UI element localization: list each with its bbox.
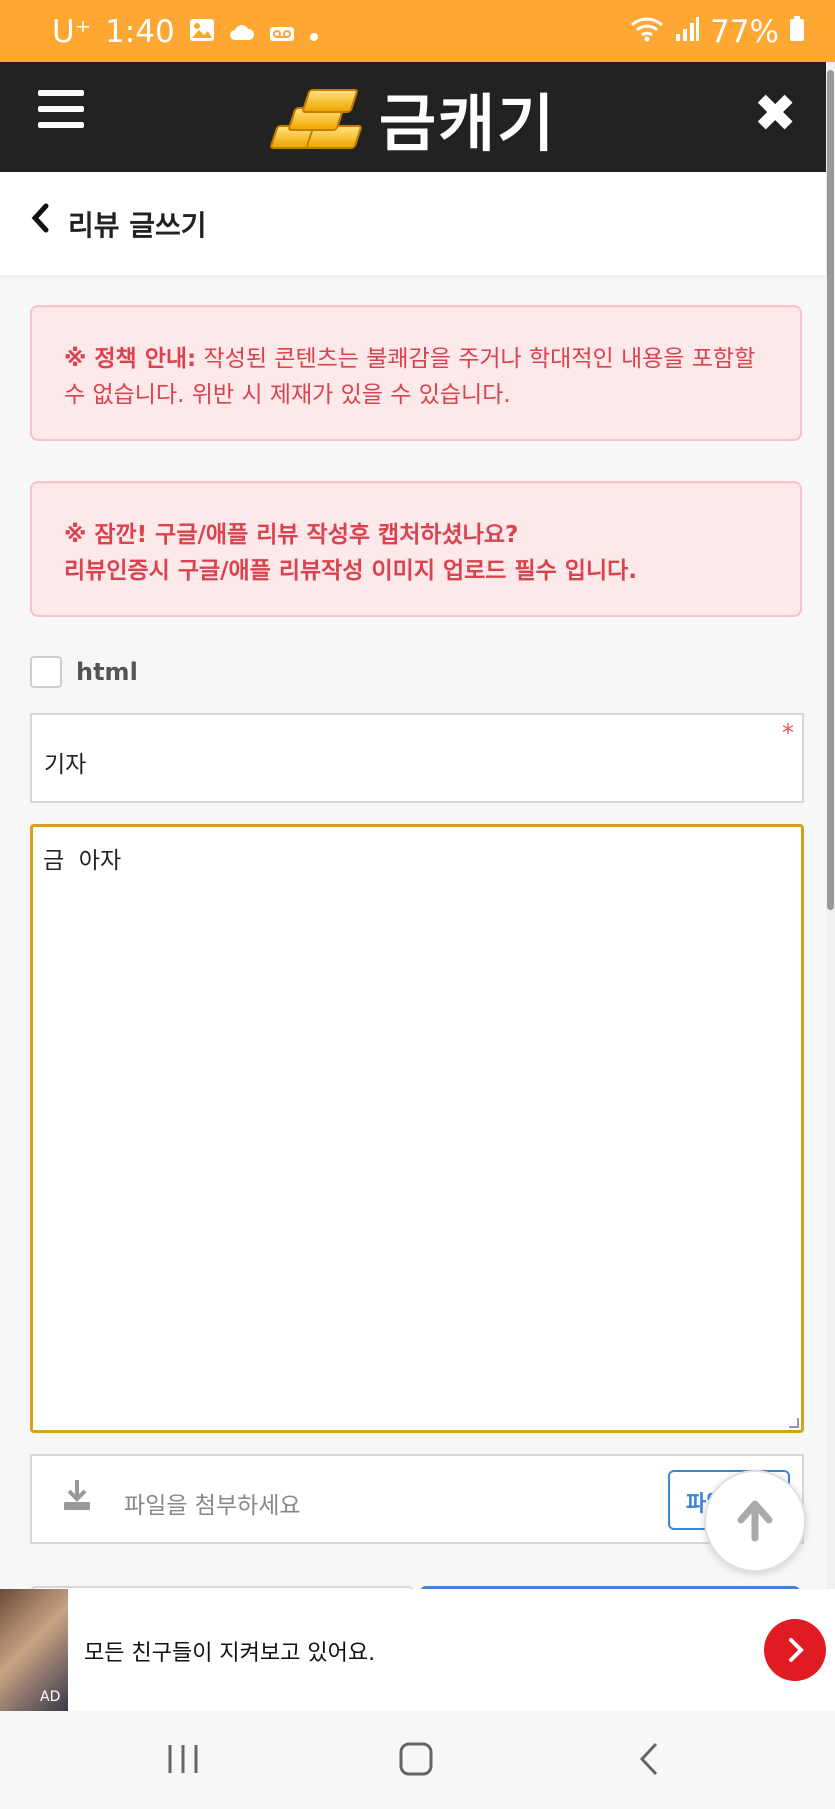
battery-percent: 77%: [710, 14, 779, 50]
close-icon[interactable]: ✖: [753, 84, 797, 144]
subject-input[interactable]: 기자 *: [30, 713, 804, 803]
policy-notice: ※ 정책 안내: 작성된 콘텐츠는 불쾌감을 주거나 학대적인 내용을 포함할 …: [30, 305, 802, 441]
ad-text[interactable]: 모든 친구들이 지켜보고 있어요.: [84, 1635, 375, 1667]
content-value: 금 아자: [43, 848, 122, 874]
resize-handle[interactable]: [789, 1418, 799, 1428]
cloud-icon: [229, 14, 255, 50]
dot-icon: [309, 14, 319, 50]
voicemail-icon: [269, 14, 295, 50]
app-logo[interactable]: 금캐기: [265, 70, 556, 166]
capture-notice-line1: ※ 잠깐! 구글/애플 리뷰 작성후 캡처하셨나요?: [64, 522, 519, 548]
capture-notice-line2: 리뷰인증시 구글/애플 리뷰작성 이미지 업로드 필수 입니다.: [64, 558, 638, 584]
home-icon[interactable]: [398, 1741, 434, 1781]
wifi-icon: [630, 14, 664, 50]
ad-banner[interactable]: AD 모든 친구들이 지켜보고 있어요.: [0, 1589, 835, 1711]
gold-bars-icon: [265, 83, 363, 153]
clock: 1:40: [105, 14, 175, 50]
carrier-label: U⁺: [52, 14, 92, 50]
hamburger-icon[interactable]: [38, 90, 84, 142]
subject-value: 기자: [44, 752, 87, 778]
html-option: html: [30, 656, 138, 688]
file-placeholder: 파일을 첨부하세요: [124, 1493, 301, 1519]
html-label[interactable]: html: [76, 658, 138, 686]
back-icon[interactable]: [636, 1741, 662, 1781]
scrollbar-thumb[interactable]: [827, 70, 834, 910]
content-textarea[interactable]: 금 아자: [30, 824, 804, 1433]
capture-notice: ※ 잠깐! 구글/애플 리뷰 작성후 캡처하셨나요? 리뷰인증시 구글/애플 리…: [30, 481, 802, 617]
download-icon: [62, 1478, 92, 1512]
required-mark: *: [782, 719, 794, 747]
signal-icon: [674, 14, 700, 50]
recent-apps-icon[interactable]: [166, 1741, 200, 1781]
page-header: 리뷰 글쓰기: [0, 172, 826, 275]
ad-go-button[interactable]: [764, 1619, 826, 1681]
ad-image[interactable]: AD: [0, 1589, 68, 1711]
system-nav-bar: [0, 1711, 835, 1809]
file-attach-field[interactable]: 파일을 첨부하세요 파일: [30, 1454, 804, 1544]
app-title: 금캐기: [379, 87, 557, 160]
policy-notice-label: ※ 정책 안내:: [64, 346, 197, 372]
app-header: 금캐기 ✖: [0, 62, 835, 172]
battery-icon: [789, 14, 805, 50]
page-title: 리뷰 글쓰기: [68, 209, 207, 242]
scroll-to-top-button[interactable]: [704, 1470, 806, 1572]
status-bar: U⁺ 1:40 77%: [0, 0, 835, 62]
html-checkbox[interactable]: [30, 656, 62, 688]
image-icon: [189, 14, 215, 50]
ad-tag: AD: [40, 1689, 61, 1705]
chevron-left-icon[interactable]: [30, 202, 52, 242]
